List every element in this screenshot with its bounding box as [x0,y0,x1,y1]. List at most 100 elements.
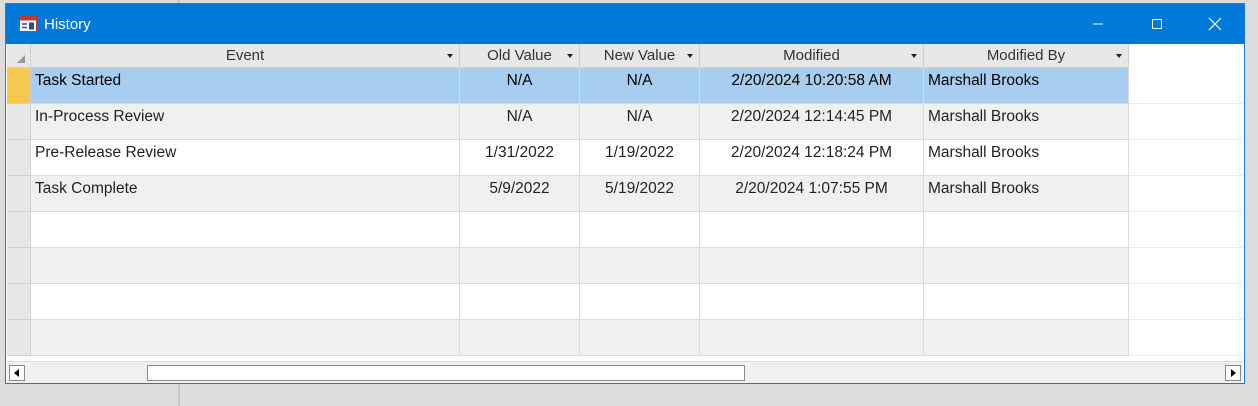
filter-dropdown-icon[interactable] [567,54,573,58]
record-selector[interactable] [7,320,31,356]
cell-old-value[interactable]: N/A [460,104,580,140]
scroll-left-button[interactable] [9,365,25,381]
cell-event[interactable]: In-Process Review [31,104,460,140]
select-all-icon [17,55,25,63]
record-selector[interactable] [7,140,31,176]
arrow-right-icon [1231,369,1236,377]
cell-modified[interactable]: 2/20/2024 12:14:45 PM [700,104,924,140]
arrow-left-icon [14,369,19,377]
cell-modified-by[interactable] [924,320,1129,356]
column-header-event[interactable]: Event [31,44,460,68]
cell-event[interactable]: Task Started [31,68,460,104]
cell-new-value[interactable] [580,320,700,356]
cell-new-value[interactable]: N/A [580,68,700,104]
cell-event[interactable] [31,284,460,320]
cell-modified-by[interactable]: Marshall Brooks [924,176,1129,212]
cell-new-value[interactable]: N/A [580,104,700,140]
title-bar[interactable]: History [6,4,1244,44]
scroll-right-button[interactable] [1225,365,1241,381]
empty-row[interactable] [7,212,1243,248]
scrollbar-thumb[interactable] [147,365,745,381]
cell-old-value[interactable]: 1/31/2022 [460,140,580,176]
cell-modified-by[interactable]: Marshall Brooks [924,68,1129,104]
record-selector[interactable] [7,68,31,104]
maximize-button[interactable] [1128,4,1186,44]
cell-modified[interactable]: 2/20/2024 1:07:55 PM [700,176,924,212]
select-all-corner[interactable] [7,44,31,68]
column-header-label: Old Value [487,47,552,64]
window-title: History [44,16,91,33]
cell-modified[interactable]: 2/20/2024 10:20:58 AM [700,68,924,104]
filter-dropdown-icon[interactable] [687,54,693,58]
cell-old-value[interactable]: 5/9/2022 [460,176,580,212]
cell-old-value[interactable]: N/A [460,68,580,104]
row-filler [1129,104,1243,140]
close-icon [1208,17,1222,31]
column-header-label: New Value [603,47,676,64]
empty-row[interactable] [7,320,1243,356]
cell-event[interactable]: Task Complete [31,176,460,212]
maximize-icon [1152,19,1162,29]
table-row[interactable]: In-Process Review N/A N/A 2/20/2024 12:1… [7,104,1243,140]
cell-event[interactable]: Pre-Release Review [31,140,460,176]
header-filler [1129,44,1243,68]
column-header-label: Event [225,47,265,64]
cell-modified-by[interactable] [924,212,1129,248]
row-filler [1129,320,1243,356]
row-filler [1129,176,1243,212]
column-header-new-value[interactable]: New Value [580,44,700,68]
row-filler [1129,68,1243,104]
empty-row[interactable] [7,284,1243,320]
cell-event[interactable] [31,320,460,356]
filter-dropdown-icon[interactable] [1116,54,1122,58]
empty-row[interactable] [7,248,1243,284]
cell-modified-by[interactable] [924,248,1129,284]
cell-modified[interactable] [700,212,924,248]
record-selector[interactable] [7,104,31,140]
cell-old-value[interactable] [460,212,580,248]
row-filler [1129,212,1243,248]
record-selector[interactable] [7,248,31,284]
column-header-modified[interactable]: Modified [700,44,924,68]
table-row[interactable]: Pre-Release Review 1/31/2022 1/19/2022 2… [7,140,1243,176]
cell-new-value[interactable] [580,284,700,320]
record-selector[interactable] [7,284,31,320]
cell-modified-by[interactable] [924,284,1129,320]
filter-dropdown-icon[interactable] [447,54,453,58]
cell-event[interactable] [31,248,460,284]
cell-old-value[interactable] [460,248,580,284]
history-datasheet: Event Old Value New Value Modified Modif… [7,44,1243,360]
cell-new-value[interactable] [580,248,700,284]
minimize-icon [1093,23,1103,25]
cell-new-value[interactable]: 5/19/2022 [580,176,700,212]
cell-modified[interactable] [700,320,924,356]
table-icon [19,16,37,32]
cell-modified[interactable] [700,284,924,320]
cell-new-value[interactable]: 1/19/2022 [580,140,700,176]
table-row[interactable]: Task Complete 5/9/2022 5/19/2022 2/20/20… [7,176,1243,212]
filter-dropdown-icon[interactable] [911,54,917,58]
history-window: History Event Old Value New Value Modifi… [5,3,1245,384]
cell-modified[interactable]: 2/20/2024 12:18:24 PM [700,140,924,176]
record-selector[interactable] [7,176,31,212]
column-header-old-value[interactable]: Old Value [460,44,580,68]
cell-event[interactable] [31,212,460,248]
row-filler [1129,248,1243,284]
column-header-label: Modified [783,47,840,64]
cell-new-value[interactable] [580,212,700,248]
row-filler [1129,284,1243,320]
header-row: Event Old Value New Value Modified Modif… [7,44,1243,68]
record-selector[interactable] [7,212,31,248]
cell-old-value[interactable] [460,284,580,320]
row-filler [1129,140,1243,176]
cell-modified-by[interactable]: Marshall Brooks [924,140,1129,176]
column-header-modified-by[interactable]: Modified By [924,44,1129,68]
cell-old-value[interactable] [460,320,580,356]
column-header-label: Modified By [986,47,1066,64]
cell-modified[interactable] [700,248,924,284]
horizontal-scrollbar[interactable] [7,361,1243,383]
table-row[interactable]: Task Started N/A N/A 2/20/2024 10:20:58 … [7,68,1243,104]
close-button[interactable] [1186,4,1244,44]
cell-modified-by[interactable]: Marshall Brooks [924,104,1129,140]
minimize-button[interactable] [1069,4,1127,44]
